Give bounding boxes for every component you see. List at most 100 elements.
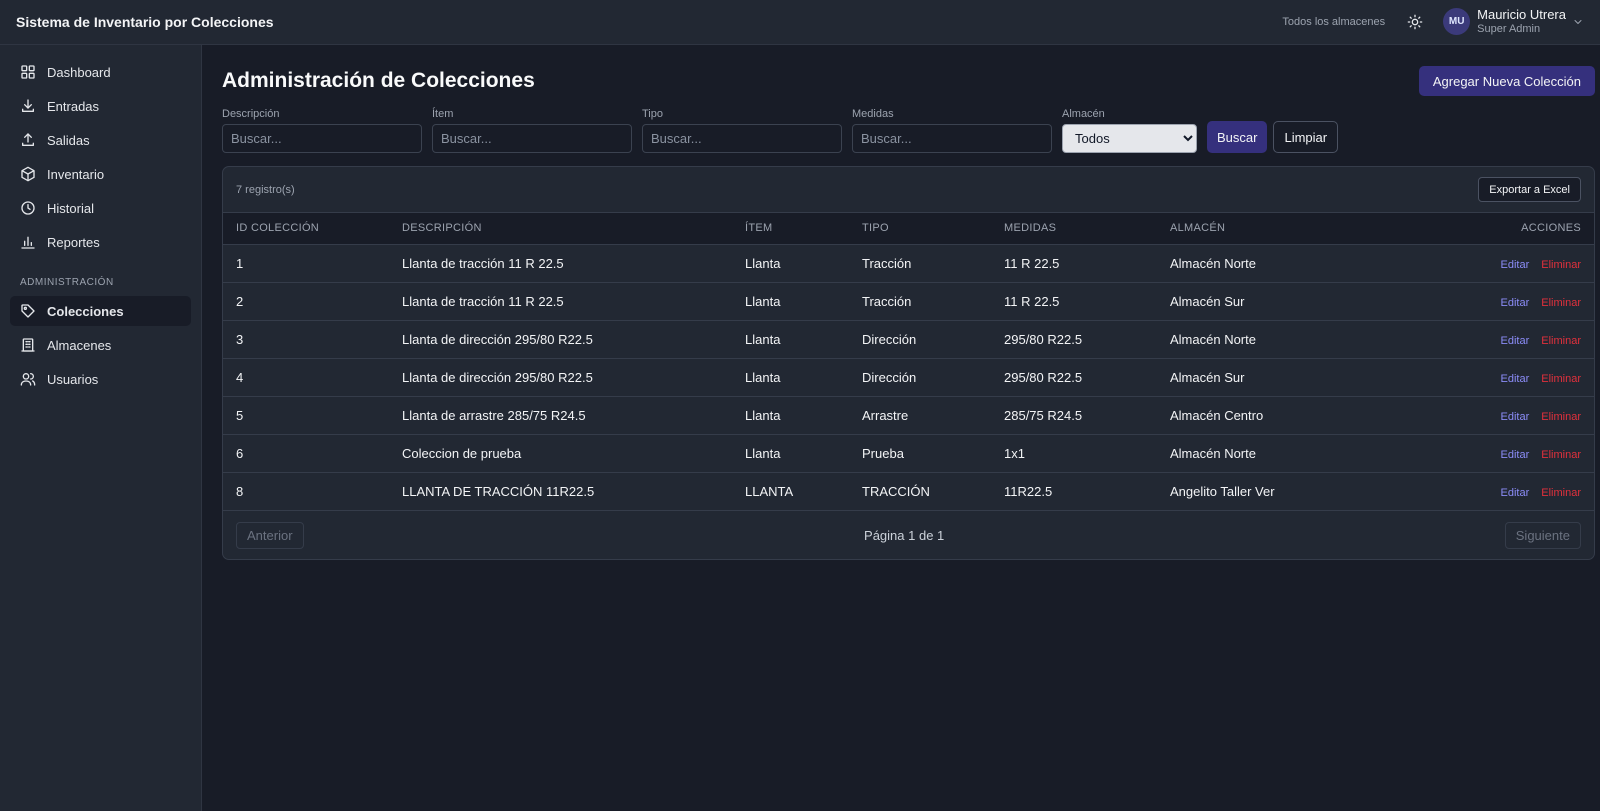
sidebar-item-almacenes[interactable]: Almacenes xyxy=(10,330,191,360)
descripcion-search-input[interactable] xyxy=(222,124,422,153)
clock-icon xyxy=(21,201,35,215)
edit-link[interactable]: Editar xyxy=(1501,487,1530,499)
cell-almacen: Almacén Norte xyxy=(1170,331,1256,347)
cell-almacen: Almacén Norte xyxy=(1170,255,1256,271)
next-page-button[interactable]: Siguiente xyxy=(1504,521,1581,549)
delete-link[interactable]: Eliminar xyxy=(1541,487,1581,499)
delete-link[interactable]: Eliminar xyxy=(1541,449,1581,461)
record-count: 7 registro(s) xyxy=(236,183,295,196)
cell-actions: Editar Eliminar xyxy=(1347,320,1594,358)
cell-actions: Editar Eliminar xyxy=(1347,396,1594,434)
dashboard-icon xyxy=(21,65,35,79)
delete-link[interactable]: Eliminar xyxy=(1541,335,1581,347)
table-row: 1 Llanta de tracción 11 R 22.5 Llanta Tracc… xyxy=(223,244,1594,282)
warehouse-scope-label[interactable]: Todos los almacenes xyxy=(1282,16,1385,28)
building-icon xyxy=(21,338,35,352)
table-row: 6 Coleccion de prueba Llanta Prueba 1x1 Almac… xyxy=(223,434,1594,472)
cell-actions: Editar Eliminar xyxy=(1347,472,1594,510)
tipo-search-input[interactable] xyxy=(642,124,842,153)
cell-descripcion: LLANTA DE TRACCIÓN 11R22.5 xyxy=(402,483,595,499)
cell-item: Llanta xyxy=(745,407,781,423)
filter-medidas: Medidas xyxy=(852,108,1052,153)
delete-link[interactable]: Eliminar xyxy=(1541,411,1581,423)
filter-label: Medidas xyxy=(852,108,894,120)
edit-link[interactable]: Editar xyxy=(1501,449,1530,461)
medidas-search-input[interactable] xyxy=(852,124,1052,153)
collections-table: ID COLECCIÓN DESCRIPCIÓN ÍTEM TIPO MEDID… xyxy=(223,213,1594,510)
cell-id: 5 xyxy=(236,407,244,423)
column-header-medidas[interactable]: MEDIDAS xyxy=(991,213,1157,244)
user-role: Super Admin xyxy=(1477,23,1541,36)
delete-link[interactable]: Eliminar xyxy=(1541,259,1581,271)
sidebar-item-label: Colecciones xyxy=(47,303,124,319)
column-header-tipo[interactable]: TIPO xyxy=(849,213,991,244)
cell-almacen: Angelito Taller Ver xyxy=(1170,483,1275,499)
users-icon xyxy=(20,373,36,386)
cell-descripcion: Llanta de dirección 295/80 R22.5 xyxy=(402,369,593,385)
edit-link[interactable]: Editar xyxy=(1501,335,1530,347)
tag-icon xyxy=(21,304,35,318)
filter-descripcion: Descripción xyxy=(222,108,422,153)
user-menu[interactable]: MU Mauricio Utrera Super Admin xyxy=(1443,7,1584,36)
sidebar-item-label: Inventario xyxy=(47,166,105,182)
sidebar-item-label: Dashboard xyxy=(47,64,111,80)
app-title: Sistema de Inventario por Colecciones xyxy=(16,14,274,30)
cell-medidas: 295/80 R22.5 xyxy=(1004,331,1083,347)
sidebar-item-colecciones[interactable]: Colecciones xyxy=(10,296,191,326)
cell-item: Llanta xyxy=(745,293,781,309)
collections-table-card: 7 registro(s) Exportar a Excel ID COLECC… xyxy=(222,166,1595,560)
edit-link[interactable]: Editar xyxy=(1501,373,1530,385)
sidebar-item-label: Reportes xyxy=(47,234,100,250)
sidebar-item-entradas[interactable]: Entradas xyxy=(10,91,191,121)
column-header-id[interactable]: ID COLECCIÓN xyxy=(223,213,389,244)
sun-icon[interactable] xyxy=(1405,12,1425,32)
sidebar-item-usuarios[interactable]: Usuarios xyxy=(10,364,191,394)
top-right-controls: Todos los almacenes MU Mauricio Utrera S… xyxy=(1282,7,1584,36)
export-excel-button[interactable]: Exportar a Excel xyxy=(1478,177,1581,202)
sidebar-section-admin: ADMINISTRACIÓN xyxy=(20,277,114,288)
cell-actions: Editar Eliminar xyxy=(1347,434,1594,472)
table-card-header: 7 registro(s) Exportar a Excel xyxy=(223,167,1594,213)
edit-link[interactable]: Editar xyxy=(1501,411,1530,423)
box-icon xyxy=(21,166,35,182)
column-header-descripcion[interactable]: DESCRIPCIÓN xyxy=(389,213,732,244)
delete-link[interactable]: Eliminar xyxy=(1541,297,1581,309)
search-button[interactable]: Buscar xyxy=(1207,121,1268,153)
clear-button[interactable]: Limpiar xyxy=(1273,121,1339,153)
page-title: Administración de Colecciones xyxy=(222,69,535,92)
table-header-row: ID COLECCIÓN DESCRIPCIÓN ÍTEM TIPO MEDID… xyxy=(223,213,1594,244)
cell-id: 8 xyxy=(236,483,244,499)
almacen-select[interactable]: Todos xyxy=(1062,124,1197,153)
add-collection-button[interactable]: Agregar Nueva Colección xyxy=(1418,66,1595,96)
cell-descripcion: Llanta de dirección 295/80 R22.5 xyxy=(402,331,593,347)
cell-descripcion: Llanta de tracción 11 R 22.5 xyxy=(402,255,564,271)
cell-actions: Editar Eliminar xyxy=(1347,244,1594,282)
bar-chart-icon xyxy=(21,236,35,249)
user-meta: Mauricio Utrera Super Admin xyxy=(1477,7,1566,36)
cell-almacen: Almacén Sur xyxy=(1170,293,1245,309)
column-header-item[interactable]: ÍTEM xyxy=(732,213,849,244)
sidebar-item-reportes[interactable]: Reportes xyxy=(10,227,191,257)
chevron-down-icon xyxy=(1574,19,1582,24)
filter-almacen: Almacén Todos xyxy=(1062,108,1197,153)
delete-link[interactable]: Eliminar xyxy=(1541,373,1581,385)
edit-link[interactable]: Editar xyxy=(1501,259,1530,271)
cell-item: Llanta xyxy=(745,331,781,347)
table-row: 8 LLANTA DE TRACCIÓN 11R22.5 LLANTA TRACCIÓ… xyxy=(223,472,1594,510)
edit-link[interactable]: Editar xyxy=(1501,297,1530,309)
cell-item: Llanta xyxy=(745,445,781,461)
cell-medidas: 285/75 R24.5 xyxy=(1004,407,1083,423)
cell-id: 1 xyxy=(236,255,244,271)
item-search-input[interactable] xyxy=(432,124,632,153)
cell-medidas: 11 R 22.5 xyxy=(1004,255,1060,271)
previous-page-button[interactable]: Anterior xyxy=(236,521,304,549)
sidebar-item-historial[interactable]: Historial xyxy=(10,193,191,223)
column-header-almacen[interactable]: ALMACÉN xyxy=(1157,213,1347,244)
sidebar-item-salidas[interactable]: Salidas xyxy=(10,125,191,155)
cell-medidas: 1x1 xyxy=(1004,445,1025,461)
cell-item: Llanta xyxy=(745,255,781,271)
filter-label: Tipo xyxy=(642,108,663,120)
filter-label: Almacén xyxy=(1062,108,1105,120)
sidebar-item-dashboard[interactable]: Dashboard xyxy=(10,57,191,87)
sidebar-item-inventario[interactable]: Inventario xyxy=(10,159,191,189)
